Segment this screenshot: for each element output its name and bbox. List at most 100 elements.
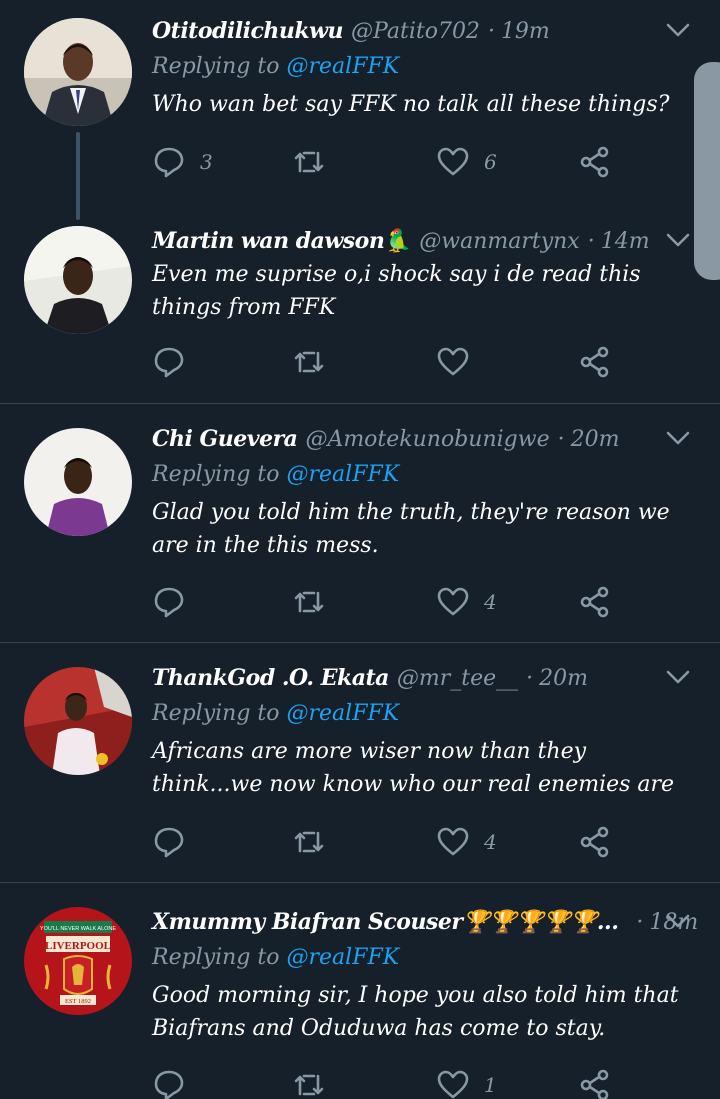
tweet-2[interactable]: Martin wan dawson🦜 @wanmartynx · 14m Eve… [0,220,720,404]
chevron-down-icon[interactable] [664,226,692,254]
reply-button[interactable] [152,1065,200,1099]
retweet-icon [294,591,324,613]
timestamp[interactable]: 14m [601,229,650,254]
share-icon [580,346,609,378]
heart-icon [437,827,469,856]
handle[interactable]: @Patito702 [351,19,480,44]
tweet-text: Who wan bet say FFK no talk all these th… [152,92,670,117]
display-name[interactable]: Martin wan dawson🦜 [152,228,412,254]
heart-icon [437,1070,469,1099]
replying-to: Replying to @realFFK [152,54,400,79]
share-button[interactable] [578,342,612,382]
retweet-button[interactable] [292,142,340,182]
tweet-text: Even me suprise o,i shock say i de read … [152,262,641,320]
tweet-3[interactable]: Chi Guevera @Amotekunobunigwe · 20m Repl… [0,404,720,642]
avatar-image [24,18,132,126]
avatar-text-est: EST 1892 [65,998,91,1005]
heart-icon [437,587,469,616]
avatar[interactable] [24,667,132,775]
timestamp[interactable]: 20m [539,666,588,691]
timestamp[interactable]: 20m [571,427,620,452]
like-button[interactable]: 4 [436,582,497,622]
tweet-text: Good morning sir, I hope you also told h… [152,983,679,1041]
thread-line [76,132,80,220]
retweet-icon [294,831,324,853]
reply-icon [154,347,184,378]
share-icon [580,586,609,618]
separator-dot: · [557,426,565,452]
share-button[interactable] [578,142,612,182]
separator-dot: · [526,665,534,691]
tweet-1[interactable]: Otitodilichukwu @Patito702 · 19m Replyin… [0,0,720,220]
retweet-icon [294,151,324,173]
avatar[interactable] [24,226,132,334]
share-icon [580,1069,609,1099]
replying-to: Replying to @realFFK [152,945,400,970]
reply-icon [154,1070,184,1099]
like-button[interactable]: 4 [436,822,497,862]
retweet-button[interactable] [292,582,340,622]
tweet-text: Africans are more wiser now than they th… [152,739,675,797]
separator-dot: · [487,18,495,44]
mention-link[interactable]: @realFFK [287,462,400,487]
like-button[interactable] [436,342,484,382]
reply-icon [154,827,184,858]
replying-to: Replying to @realFFK [152,462,400,487]
avatar[interactable] [24,428,132,536]
chevron-down-icon[interactable] [664,424,692,452]
reply-button[interactable] [152,822,200,862]
display-name[interactable]: Otitodilichukwu [152,18,344,44]
retweet-button[interactable] [292,342,340,382]
display-name[interactable]: Xmummy Biafran Scouser🏆🏆🏆🏆🏆... [152,909,619,935]
reply-icon [154,587,184,618]
like-count: 6 [484,150,497,174]
tweet-5[interactable]: YOU'LL NEVER WALK ALONE LIVERPOOL EST 18… [0,883,720,1099]
tweet-4[interactable]: ThankGod .O. Ekata @mr_tee__ · 20m Reply… [0,643,720,882]
share-button[interactable] [578,822,612,862]
handle[interactable]: @wanmartynx [419,229,579,254]
handle[interactable]: @Amotekunobunigwe [305,427,549,452]
display-name[interactable]: Chi Guevera [152,426,298,452]
reply-button[interactable] [152,342,200,382]
reply-icon [154,147,184,178]
share-button[interactable] [578,582,612,622]
reply-button[interactable]: 3 [152,142,213,182]
avatar-text-top: YOU'LL NEVER WALK ALONE [40,926,116,932]
retweet-icon [294,1074,324,1096]
reply-button[interactable] [152,582,200,622]
like-count: 4 [484,830,497,854]
retweet-icon [294,351,324,373]
mention-link[interactable]: @realFFK [287,945,400,970]
avatar-image [24,667,132,775]
separator-dot: · [587,228,595,254]
chevron-down-icon[interactable] [664,663,692,691]
share-button[interactable] [578,1065,612,1099]
heart-icon [437,147,469,176]
tweet-text: Glad you told him the truth, they're rea… [152,500,670,558]
handle[interactable]: @mr_tee__ [397,666,518,691]
like-button[interactable]: 6 [436,142,497,182]
chevron-down-icon[interactable] [664,907,692,935]
avatar-image: YOU'LL NEVER WALK ALONE LIVERPOOL EST 18… [24,907,132,1015]
avatar[interactable] [24,18,132,126]
share-icon [580,146,609,178]
retweet-button[interactable] [292,822,340,862]
avatar[interactable]: YOU'LL NEVER WALK ALONE LIVERPOOL EST 18… [24,907,132,1015]
avatar-image [24,428,132,536]
like-count: 1 [484,1073,497,1097]
like-count: 4 [484,590,497,614]
retweet-button[interactable] [292,1065,340,1099]
timestamp[interactable]: 19m [501,19,550,44]
avatar-image [24,226,132,334]
display-name[interactable]: ThankGod .O. Ekata [152,665,389,691]
mention-link[interactable]: @realFFK [287,701,400,726]
scrollbar-thumb[interactable] [694,62,720,280]
chevron-down-icon[interactable] [664,16,692,44]
reply-count: 3 [200,150,213,174]
replying-to: Replying to @realFFK [152,701,400,726]
like-button[interactable]: 1 [436,1065,497,1099]
mention-link[interactable]: @realFFK [287,54,400,79]
avatar-text-main: LIVERPOOL [45,940,111,952]
share-icon [580,826,609,858]
heart-icon [437,347,469,376]
